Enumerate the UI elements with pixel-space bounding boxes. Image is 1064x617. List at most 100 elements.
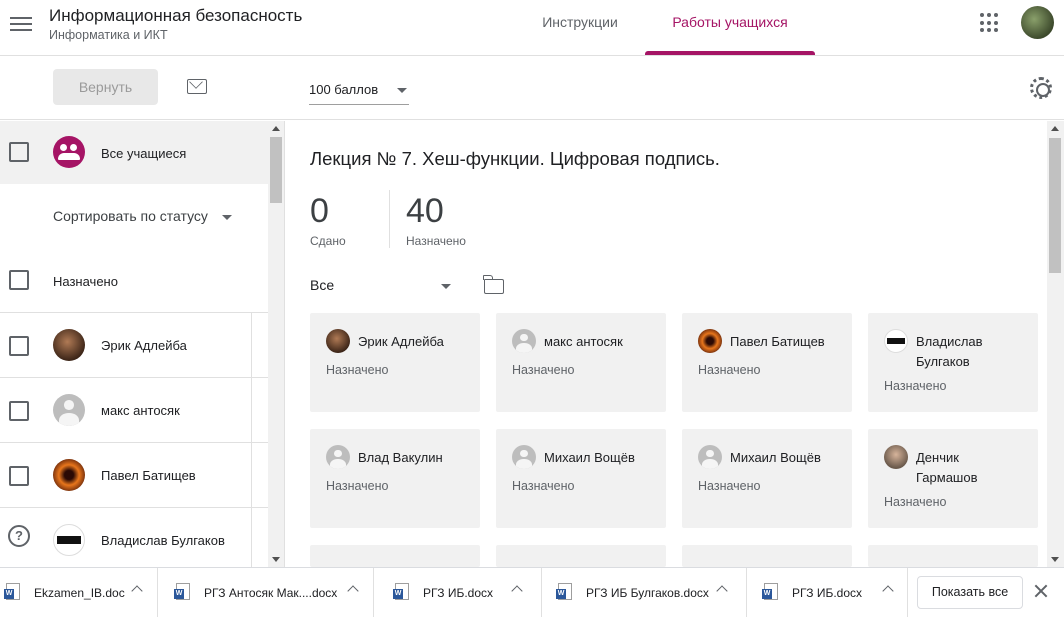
download-item[interactable]: РГЗ ИБ Булгаков.docx [552,568,747,617]
tab-instructions[interactable]: Инструкции [520,0,640,56]
student-card[interactable]: Павел Батищев Назначено [682,313,852,412]
hamburger-menu-icon[interactable] [10,14,32,36]
card-status: Назначено [884,495,947,509]
download-file-name: РГЗ ИБ.docx [423,586,494,600]
card-status: Назначено [512,363,575,377]
assigned-group-label: Назначено [53,274,118,289]
scrollbar-thumb[interactable] [1049,138,1061,273]
submitted-count: 0 [310,192,329,230]
download-item[interactable]: РГЗ ИБ.docx [389,568,542,617]
account-avatar[interactable] [1021,6,1054,39]
divider [251,313,252,378]
left-scrollbar[interactable] [268,121,284,567]
download-item[interactable]: РГЗ Антосяк Мак....docx [170,568,374,617]
student-name: Павел Батищев [101,468,196,483]
student-checkbox[interactable] [9,336,29,356]
chevron-up-icon[interactable] [716,585,728,597]
student-card[interactable]: Михаил Вощёв Назначено [682,429,852,528]
student-card[interactable] [310,545,480,567]
all-students-row[interactable]: Все учащиеся [0,121,268,184]
apps-grid-icon[interactable] [980,13,1000,33]
student-avatar [53,459,85,491]
student-avatar [884,329,908,353]
divider [251,378,252,443]
show-all-downloads-button[interactable]: Показать все [917,576,1023,609]
student-card[interactable] [496,545,666,567]
card-student-name: Денчик Гармашов [916,450,978,485]
top-app-bar: Информационная безопасность Информатика … [0,0,1064,56]
chevron-up-icon[interactable] [882,585,894,597]
folder-icon[interactable] [483,275,504,294]
scrollbar-thumb[interactable] [270,137,282,203]
divider [251,443,252,508]
card-student-name: Михаил Вощёв [730,450,821,465]
student-card[interactable] [682,545,852,567]
assigned-count: 40 [406,192,444,230]
return-button[interactable]: Вернуть [53,69,158,105]
scroll-down-arrow-icon[interactable] [1051,557,1059,562]
dropdown-caret-icon[interactable] [441,284,451,289]
people-group-icon [53,136,85,168]
card-status: Назначено [326,479,389,493]
chevron-up-icon[interactable] [511,585,523,597]
scroll-down-arrow-icon[interactable] [272,557,280,562]
student-card[interactable]: макс антосяк Назначено [496,313,666,412]
student-row[interactable]: Павел Батищев [0,443,268,508]
default-avatar-icon [512,445,536,469]
default-avatar-icon [326,445,350,469]
chevron-up-icon[interactable] [131,585,143,597]
student-card[interactable]: Михаил Вощёв Назначено [496,429,666,528]
help-question-icon[interactable]: ? [8,525,30,547]
student-avatar [884,445,908,469]
download-file-name: РГЗ ИБ.docx [792,586,863,600]
student-card[interactable]: Влад Вакулин Назначено [310,429,480,528]
word-document-icon [556,583,572,600]
tab-student-works[interactable]: Работы учащихся [645,0,815,56]
student-card[interactable]: Денчик Гармашов Назначено [868,429,1038,528]
submitted-label: Сдано [310,234,346,248]
assigned-group-checkbox[interactable] [9,270,29,290]
default-avatar-icon [53,394,85,426]
word-document-icon [762,583,778,600]
all-students-label: Все учащиеся [101,146,187,161]
download-item[interactable]: Ekzamen_IB.doc [0,568,158,617]
divider [251,508,252,567]
settings-gear-icon[interactable] [1030,77,1052,99]
assigned-label: Назначено [406,234,466,248]
card-student-name: Влад Вакулин [358,450,443,465]
word-document-icon [4,583,20,600]
divider [389,190,390,248]
points-select[interactable]: 100 баллов [309,77,409,105]
student-checkbox[interactable] [9,466,29,486]
scroll-up-arrow-icon[interactable] [272,126,280,131]
sort-by-status-dropdown[interactable]: Сортировать по статусу [53,208,208,224]
student-card[interactable] [868,545,1038,567]
student-row[interactable]: макс антосяк [0,378,268,443]
student-row[interactable]: Владислав Булгаков [0,508,268,567]
student-avatar [53,524,85,556]
status-filter-select[interactable]: Все [310,277,334,293]
course-title[interactable]: Информационная безопасность [49,6,302,26]
download-item[interactable]: РГЗ ИБ.docx [758,568,908,617]
close-icon[interactable] [1034,584,1048,598]
main-scrollbar[interactable] [1047,121,1064,567]
card-status: Назначено [698,479,761,493]
scroll-up-arrow-icon[interactable] [1051,126,1059,131]
chevron-up-icon[interactable] [347,585,359,597]
all-students-checkbox[interactable] [9,142,29,162]
mail-icon[interactable] [187,79,207,94]
student-row[interactable]: Эрик Адлейба [0,313,268,378]
student-avatar [698,329,722,353]
sort-caret-icon[interactable] [222,215,232,220]
card-student-name: Михаил Вощёв [544,450,635,465]
download-file-name: РГЗ ИБ Булгаков.docx [586,586,709,600]
student-list-panel: Все учащиеся Сортировать по статусу Назн… [0,121,285,567]
default-avatar-icon [512,329,536,353]
assignment-title: Лекция № 7. Хеш-функции. Цифровая подпис… [310,148,720,169]
active-tab-indicator [645,51,815,55]
card-student-name: Эрик Адлейба [358,334,444,349]
student-name: макс антосяк [101,403,180,418]
student-checkbox[interactable] [9,401,29,421]
student-card[interactable]: Эрик Адлейба Назначено [310,313,480,412]
student-card[interactable]: Владислав Булгаков Назначено [868,313,1038,412]
